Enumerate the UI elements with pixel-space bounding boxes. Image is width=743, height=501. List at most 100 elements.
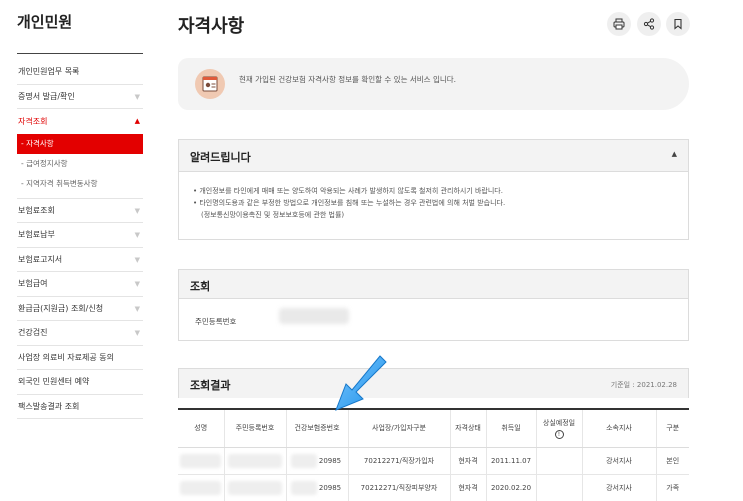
table-header-row: 성명 주민등록번호 건강보험증번호 사업장/가입자구분 자격상태 취득일 상실예… <box>178 408 689 448</box>
sidebar-item-label: 보험료납부 <box>18 230 55 240</box>
chevron-down-icon: ▼ <box>134 255 140 264</box>
results-header: 조회결과 기준일 : 2021.02.28 <box>178 368 689 398</box>
share-button[interactable] <box>637 12 661 36</box>
sidebar-item-premium-bill[interactable]: 보험료고지서 ▼ <box>17 248 143 272</box>
chevron-down-icon: ▼ <box>134 206 140 215</box>
table-row: 20985 70212271/직장가입자 현자격 2011.11.07 강서지사… <box>178 447 689 475</box>
chevron-up-icon: ▲ <box>134 117 140 125</box>
sidebar-item-refund[interactable]: 환급금(지원금) 조회/신청 ▼ <box>17 297 143 321</box>
sidebar-item-certificate[interactable]: 증명서 발급/확인 ▼ <box>17 85 143 109</box>
sidebar-submenu: - 자격사항 - 급여정지사항 - 지역자격 취득변동사항 <box>17 133 143 199</box>
sidebar-item-premium-inquiry[interactable]: 보험료조회 ▼ <box>17 199 143 223</box>
chevron-down-icon: ▼ <box>134 231 140 239</box>
notice-line: • 타인명의도용과 같은 부정한 방법으로 개인정보를 침해 또는 누설하는 경… <box>193 199 506 207</box>
sidebar-item-label: 건강검진 <box>18 328 48 338</box>
notice-panel: 알려드립니다 ▲ • 개인정보를 타인에게 매매 또는 양도하여 악용되는 사례… <box>178 139 689 240</box>
sidebar-divider <box>17 53 143 54</box>
resident-number-label: 주민등록번호 <box>195 317 237 326</box>
share-icon <box>643 18 655 30</box>
sidebar-item-label: 보험급여 <box>18 279 48 289</box>
banner-text: 현재 가입된 건강보험 자격사항 정보를 확인할 수 있는 서비스 입니다. <box>239 75 457 84</box>
chevron-down-icon: ▼ <box>134 92 140 101</box>
cell-acquired-date: 2011.11.07 <box>486 447 537 475</box>
notice-title: 알려드립니다 <box>190 151 251 164</box>
column-header: 사업장/가입자구분 <box>348 408 451 448</box>
sidebar-item-label: 사업장 의료비 자료제공 동의 <box>18 352 114 362</box>
sidebar-menu: 개인민원업무 목록 증명서 발급/확인 ▼ 자격조회 ▲ - 자격사항 - 급여정지… <box>17 60 143 419</box>
cell-type: 70212271/직장피부양자 <box>348 474 451 501</box>
cell-card-number: 20985 <box>286 474 349 501</box>
sidebar-item-list[interactable]: 개인민원업무 목록 <box>17 60 143 85</box>
redacted-resident-number <box>279 308 349 324</box>
sidebar-item-benefits[interactable]: 보험급여 ▼ <box>17 272 143 297</box>
sidebar-item-label: 팩스발송결과 조회 <box>18 401 80 411</box>
column-header: 성명 <box>178 408 225 448</box>
cell-status: 현자격 <box>450 474 487 501</box>
search-header: 조회 <box>179 270 688 299</box>
sidebar-subitem-regional-changes[interactable]: - 지역자격 취득변동사항 <box>17 174 143 194</box>
sidebar-item-label: 자격조회 <box>18 116 48 126</box>
sidebar-item-premium-payment[interactable]: 보험료납부 ▼ <box>17 223 143 248</box>
redacted-name <box>180 480 222 495</box>
sidebar-item-label: 개인민원업무 목록 <box>18 67 80 77</box>
sidebar-item-label: 증명서 발급/확인 <box>18 91 75 101</box>
cell-kind: 본인 <box>656 447 689 475</box>
cell-branch: 강서지사 <box>582 447 657 475</box>
column-header: 자격상태 <box>450 408 487 448</box>
sidebar-item-label: 환급금(지원금) 조회/신청 <box>18 303 104 313</box>
redacted-resident-number <box>227 480 283 495</box>
sidebar-item-fax-result[interactable]: 팩스발송결과 조회 <box>17 395 143 419</box>
sidebar-subitem-qualification-status[interactable]: - 자격사항 <box>17 133 143 154</box>
search-title: 조회 <box>190 280 211 293</box>
notice-header[interactable]: 알려드립니다 ▲ <box>179 140 688 172</box>
cell-expected-date <box>536 474 583 501</box>
cell-resident-number <box>224 447 287 475</box>
cell-status: 현자격 <box>450 447 487 475</box>
results-table: 성명 주민등록번호 건강보험증번호 사업장/가입자구분 자격상태 취득일 상실예… <box>178 408 689 501</box>
print-icon <box>613 18 625 30</box>
column-header: 구분 <box>656 408 689 448</box>
collapse-icon[interactable]: ▲ <box>672 150 677 158</box>
sidebar-item-qualification[interactable]: 자격조회 ▲ <box>17 109 143 134</box>
redacted-resident-number <box>227 453 283 468</box>
cell-kind: 가족 <box>656 474 689 501</box>
search-panel: 조회 주민등록번호 <box>178 269 689 341</box>
sidebar-item-label: 보험료고지서 <box>18 254 63 264</box>
chevron-down-icon: ▼ <box>134 329 140 337</box>
results-panel: 조회결과 기준일 : 2021.02.28 성명 주민등록번호 건강보험증번호 … <box>178 368 689 501</box>
sidebar: 개인민원 개인민원업무 목록 증명서 발급/확인 ▼ 자격조회 ▲ - 자격사항 -… <box>0 0 150 501</box>
sidebar-item-medical-consent[interactable]: 사업장 의료비 자료제공 동의 <box>17 346 143 370</box>
bookmark-icon <box>674 18 682 30</box>
print-button[interactable] <box>607 12 631 36</box>
results-base-date: 기준일 : 2021.02.28 <box>610 381 677 389</box>
cell-name <box>178 474 225 501</box>
info-banner: 현재 가입된 건강보험 자격사항 정보를 확인할 수 있는 서비스 입니다. <box>178 58 689 110</box>
sidebar-title: 개인민원 <box>17 13 73 31</box>
cell-acquired-date: 2020.02.20 <box>486 474 537 501</box>
notice-line: (정보통신망이용촉진 및 정보보호등에 관한 법률) <box>201 211 345 219</box>
cell-branch: 강서지사 <box>582 474 657 501</box>
column-header: 소속지사 <box>582 408 657 448</box>
info-icon[interactable]: ! <box>554 429 564 439</box>
sidebar-item-foreigner-reservation[interactable]: 외국인 민원센터 예약 <box>17 370 143 395</box>
notice-line: • 개인정보를 타인에게 매매 또는 양도하여 악용되는 사례가 발생하지 않도… <box>193 187 503 195</box>
sidebar-subitem-benefit-suspension[interactable]: - 급여정지사항 <box>17 154 143 174</box>
cell-name <box>178 447 225 475</box>
cell-card-number: 20985 <box>286 447 349 475</box>
page-title: 자격사항 <box>178 16 245 37</box>
sidebar-item-label: 외국인 민원센터 예약 <box>18 377 90 387</box>
chevron-down-icon: ▼ <box>134 280 140 288</box>
sidebar-item-health-checkup[interactable]: 건강검진 ▼ <box>17 321 143 346</box>
column-header-expected-date: 상실예정일 ! <box>536 408 583 448</box>
annotation-arrow-icon <box>335 355 387 411</box>
id-card-icon <box>195 69 225 99</box>
column-header: 건강보험증번호 <box>286 408 349 448</box>
chevron-down-icon: ▼ <box>134 304 140 313</box>
bookmark-button[interactable] <box>666 12 690 36</box>
sidebar-item-label: 보험료조회 <box>18 205 55 215</box>
cell-expected-date <box>536 447 583 475</box>
card-number-suffix: 20985 <box>318 483 342 492</box>
cell-resident-number <box>224 474 287 501</box>
results-title: 조회결과 <box>190 379 231 392</box>
column-header: 취득일 <box>486 408 537 448</box>
